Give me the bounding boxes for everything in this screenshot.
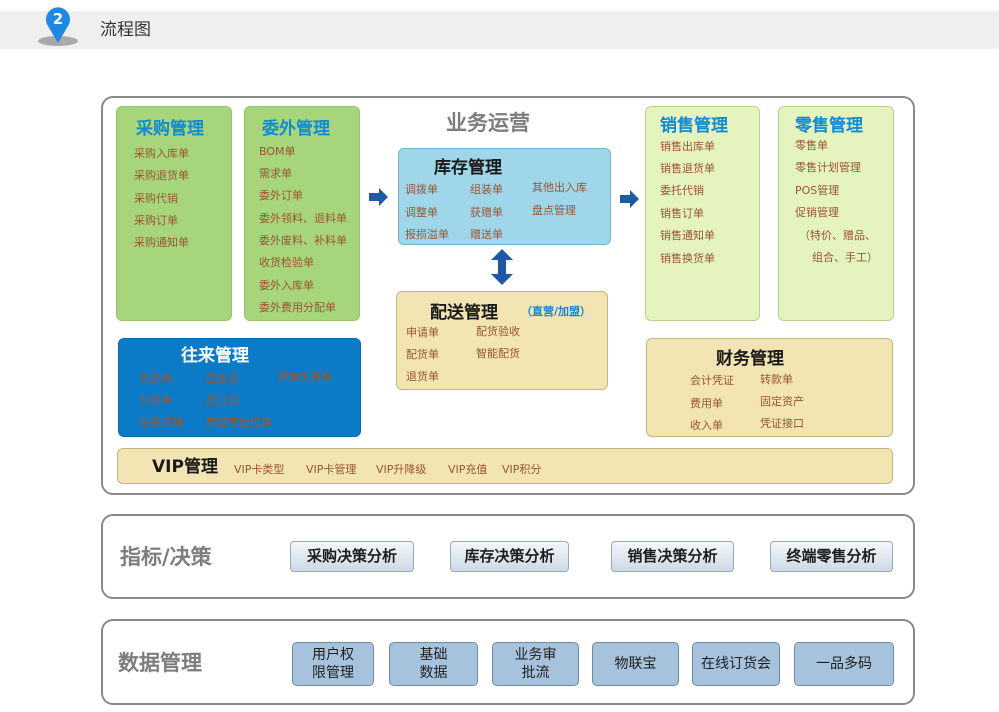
- payments-title: 往来管理: [181, 346, 249, 366]
- outsource-title: 委外管理: [262, 119, 330, 139]
- vip-title: VIP管理: [152, 457, 218, 477]
- vip-item: VIP积分: [502, 463, 542, 476]
- payments-item: 付款单: [139, 394, 172, 407]
- payments-item: 退换货调整: [277, 371, 332, 384]
- inventory-item: 其他出入库: [532, 181, 587, 194]
- outsource-item: BOM单: [259, 145, 296, 158]
- purchase-title: 采购管理: [136, 119, 204, 139]
- sales-item: 销售出库单: [660, 140, 715, 153]
- delivery-subtitle: （直营/加盟）: [521, 305, 592, 318]
- vip-item: VIP卡类型: [234, 463, 285, 476]
- retail-analysis-button[interactable]: 终端零售分析: [770, 541, 893, 572]
- inventory-analysis-button[interactable]: 库存决策分析: [450, 541, 569, 572]
- payments-item: 收款单: [139, 372, 172, 385]
- page-title: 流程图: [100, 20, 151, 40]
- inventory-item: 调整单: [405, 206, 438, 219]
- delivery-item: 智能配货: [476, 347, 520, 360]
- finance-item: 凭证接口: [760, 417, 804, 430]
- sales-item: 销售通知单: [660, 229, 715, 242]
- delivery-title: 配送管理: [430, 303, 498, 323]
- payments-item: 应付款: [206, 394, 239, 407]
- finance-item: 费用单: [690, 397, 723, 410]
- purchase-item: 采购订单: [134, 214, 178, 227]
- purchase-item: 采购入库单: [134, 147, 189, 160]
- arrow-right-icon: [620, 190, 639, 208]
- sales-item: 销售退货单: [660, 162, 715, 175]
- inventory-item: 盘点管理: [532, 204, 576, 217]
- sales-item: 销售换货单: [660, 252, 715, 265]
- inventory-item: 赠送单: [470, 228, 503, 241]
- arrow-updown-icon: [491, 249, 513, 285]
- sales-analysis-button[interactable]: 销售决策分析: [611, 541, 734, 572]
- arrow-right-icon: [369, 188, 388, 206]
- basic-data-button[interactable]: 基础 数据: [389, 642, 478, 686]
- outsource-item: 委外订单: [259, 189, 303, 202]
- payments-item: 商城专柜结算: [206, 416, 272, 429]
- sales-item: 委托代销: [660, 184, 704, 197]
- outsource-item: 需求单: [259, 167, 292, 180]
- retail-item: 促销管理: [795, 206, 839, 219]
- finance-title: 财务管理: [716, 349, 784, 369]
- retail-item: POS管理: [795, 184, 840, 197]
- payments-item: 应收款: [206, 372, 239, 385]
- data-management-title: 数据管理: [118, 651, 202, 675]
- iot-button[interactable]: 物联宝: [592, 642, 679, 686]
- delivery-item: 配货单: [406, 348, 439, 361]
- finance-item: 转款单: [760, 373, 793, 386]
- indicators-title: 指标/决策: [120, 545, 212, 569]
- outsource-item: 委外入库单: [259, 279, 314, 292]
- retail-title: 零售管理: [795, 116, 863, 136]
- business-operations-title: 业务运营: [446, 111, 530, 135]
- inventory-item: 组装单: [470, 183, 503, 196]
- inventory-item: 获赠单: [470, 206, 503, 219]
- multi-code-button[interactable]: 一品多码: [794, 642, 894, 686]
- outsource-item: 委外费用分配单: [259, 301, 336, 314]
- outsource-item: 收货检验单: [259, 256, 314, 269]
- inventory-item: 报损溢单: [405, 228, 449, 241]
- purchase-item: 采购代销: [134, 192, 178, 205]
- outsource-item: 委外领料、退料单: [259, 212, 347, 225]
- sales-title: 销售管理: [660, 116, 728, 136]
- inventory-title: 库存管理: [434, 158, 502, 178]
- retail-item: 零售单: [795, 139, 828, 152]
- sales-item: 销售订单: [660, 207, 704, 220]
- retail-item: 组合、手工）: [812, 251, 878, 264]
- finance-item: 会计凭证: [690, 374, 734, 387]
- purchase-analysis-button[interactable]: 采购决策分析: [290, 541, 414, 572]
- inventory-item: 调拨单: [405, 183, 438, 196]
- delivery-item: 退货单: [406, 370, 439, 383]
- step-number: 2: [53, 10, 63, 28]
- finance-item: 收入单: [690, 419, 723, 432]
- approval-flow-button[interactable]: 业务审 批流: [492, 642, 579, 686]
- outsource-item: 委外废料、补料单: [259, 234, 347, 247]
- vip-item: VIP卡管理: [306, 463, 357, 476]
- finance-item: 固定资产: [760, 395, 804, 408]
- delivery-item: 配货验收: [476, 325, 520, 338]
- payments-item: 往来核销: [139, 416, 183, 429]
- vip-item: VIP升降级: [376, 463, 427, 476]
- retail-item: 零售计划管理: [795, 161, 861, 174]
- purchase-item: 采购退货单: [134, 169, 189, 182]
- vip-item: VIP充值: [448, 463, 488, 476]
- delivery-item: 申请单: [406, 326, 439, 339]
- online-order-fair-button[interactable]: 在线订货会: [692, 642, 780, 686]
- map-pin-icon: 2: [38, 7, 78, 46]
- purchase-item: 采购通知单: [134, 236, 189, 249]
- user-permission-button[interactable]: 用户权 限管理: [292, 642, 374, 686]
- retail-item: （特价、赠品、: [799, 229, 876, 242]
